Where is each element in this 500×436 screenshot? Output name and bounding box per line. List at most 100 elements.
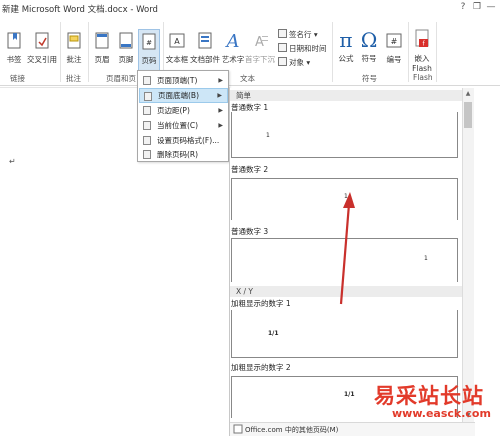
dropcap-button[interactable]: A 首字下沉 — [245, 32, 275, 65]
textbox-button[interactable]: A 文本框 — [165, 32, 189, 65]
gallery-scrollbar[interactable] — [462, 88, 474, 422]
textbox-label: 文本框 — [165, 55, 189, 64]
page-top-icon — [143, 76, 151, 85]
gallery-item-label: 加粗显示的数字 1 — [231, 299, 291, 308]
equation-button[interactable]: π 公式 — [335, 29, 357, 64]
menu-item-format-page-numbers[interactable]: 设置页码格式(F)... — [139, 133, 228, 148]
menu-item-current-position[interactable]: 当前位置(C) ▶ — [139, 118, 228, 133]
group-headerfooter-label: 页眉和页 — [106, 74, 136, 83]
page-number-sample: 1 — [266, 132, 270, 139]
submenu-arrow-icon: ▶ — [218, 107, 223, 114]
more-page-numbers-link[interactable]: Office.com 中的其他页码(M) — [245, 425, 338, 435]
quick-parts-icon — [198, 32, 212, 49]
office-page-icon — [233, 424, 243, 434]
watermark-site-name: 易采站长站 — [374, 384, 484, 408]
wordart-label: 艺术字 — [221, 55, 245, 64]
page-number-sample: 1/1 — [268, 330, 279, 337]
remove-page-numbers-icon — [143, 150, 151, 159]
group-flash-label: Flash — [413, 73, 433, 82]
menu-item-label: 页边距(P) — [157, 106, 190, 115]
number-button[interactable]: # 编号 — [383, 32, 405, 65]
crossref-icon — [35, 32, 49, 49]
equation-label: 公式 — [338, 54, 354, 63]
flash-label-line1: 嵌入 — [414, 54, 430, 63]
signature-icon — [278, 29, 287, 38]
bookmark-button[interactable]: 书签 — [4, 32, 24, 65]
page-margin-icon — [143, 106, 151, 115]
textbox-icon: A — [169, 33, 185, 48]
minimize-button[interactable]: — — [484, 1, 498, 14]
footer-button[interactable]: 页脚 — [116, 32, 136, 65]
svg-text:#: # — [391, 37, 398, 46]
title-bar: 新建 Microsoft Word 文档.docx - Word ? ❐ — — [0, 0, 500, 16]
menu-item-remove-page-numbers[interactable]: 删除页码(R) — [139, 147, 228, 162]
svg-text:A: A — [225, 31, 240, 50]
bookmark-icon — [7, 32, 21, 49]
page-number-icon: # — [142, 33, 156, 50]
gallery-item-label: 加粗显示的数字 2 — [231, 363, 291, 372]
dropdown-arrow-icon: ▾ — [304, 58, 311, 67]
submenu-arrow-icon: ▶ — [218, 77, 223, 84]
help-button[interactable]: ? — [456, 1, 470, 14]
embed-flash-button[interactable]: f 嵌入 Flash — [410, 29, 434, 73]
menu-item-label: 当前位置(C) — [157, 121, 199, 130]
comment-label: 批注 — [66, 55, 82, 64]
restore-button[interactable]: ❐ — [470, 1, 484, 14]
group-links-label: 链接 — [10, 74, 25, 83]
paragraph-mark: ↵ — [9, 157, 16, 166]
comment-button[interactable]: 批注 — [64, 32, 84, 65]
wordart-button[interactable]: A 艺术字 — [221, 30, 245, 65]
gallery-scroll-thumb[interactable] — [464, 102, 472, 128]
quickparts-label: 文档部件 — [190, 55, 220, 64]
page-bottom-icon — [144, 92, 152, 101]
ribbon-insert: 书签 交叉引用 链接 批注 批注 页眉 页脚 # 页码 页眉和页 A 文本框 文… — [0, 16, 500, 86]
comment-icon — [67, 32, 81, 49]
svg-text:#: # — [146, 39, 152, 47]
format-page-numbers-icon — [143, 136, 151, 145]
flash-label-line2: Flash — [412, 64, 432, 73]
menu-item-label: 设置页码格式(F)... — [157, 136, 220, 145]
menu-item-label: 删除页码(R) — [157, 150, 199, 159]
quickparts-button[interactable]: 文档部件 — [190, 32, 220, 65]
datetime-button[interactable]: 日期和时间 — [278, 43, 327, 54]
dropcap-label: 首字下沉 — [245, 55, 275, 64]
annotation-arrow — [339, 192, 355, 305]
dropdown-arrow-icon: ▾ — [311, 30, 318, 39]
gallery-item-label: 普通数字 2 — [231, 165, 269, 174]
pagenum-button[interactable]: # 页码 — [138, 29, 160, 73]
header-icon — [95, 32, 109, 49]
crossref-button[interactable]: 交叉引用 — [25, 32, 59, 65]
menu-item-page-top[interactable]: 页面顶端(T) ▶ — [139, 73, 228, 88]
gallery-item-plain-number-1[interactable]: 1 — [231, 112, 458, 158]
menu-item-label: 页面底端(B) — [158, 91, 199, 100]
number-icon: # — [386, 33, 402, 48]
footer-label: 页脚 — [118, 55, 134, 64]
flash-icon: f — [415, 29, 429, 48]
symbol-button[interactable]: Ω 符号 — [358, 29, 380, 64]
group-separator — [436, 22, 437, 82]
omega-icon: Ω — [360, 28, 378, 52]
submenu-arrow-icon: ▶ — [218, 122, 223, 129]
object-icon — [278, 57, 287, 66]
pagenum-menu: 页面顶端(T) ▶ 页面底端(B) ▶ 页边距(P) ▶ 当前位置(C) ▶ 设… — [137, 70, 229, 162]
page-number-sample: 1 — [424, 255, 428, 262]
menu-item-label: 页面顶端(T) — [157, 76, 198, 85]
datetime-label: 日期和时间 — [289, 44, 327, 53]
menu-item-page-margin[interactable]: 页边距(P) ▶ — [139, 103, 228, 118]
signature-line-button[interactable]: 签名行 ▾ — [278, 29, 318, 40]
calendar-icon — [278, 43, 287, 52]
scroll-up-icon[interactable]: ▲ — [464, 90, 472, 98]
submenu-arrow-icon: ▶ — [217, 92, 222, 99]
pi-icon: π — [339, 28, 353, 52]
window-title: 新建 Microsoft Word 文档.docx - Word — [2, 5, 158, 15]
group-separator — [60, 22, 61, 82]
object-label: 对象 — [289, 58, 304, 67]
gallery-item-bold-number-1[interactable]: 1/1 — [231, 310, 458, 358]
object-button[interactable]: 对象 ▾ — [278, 57, 310, 68]
number-label: 编号 — [386, 55, 402, 64]
group-symbols-label: 符号 — [362, 74, 377, 83]
menu-item-page-bottom[interactable]: 页面底端(B) ▶ — [139, 88, 228, 103]
header-button[interactable]: 页眉 — [92, 32, 112, 65]
header-label: 页眉 — [94, 55, 110, 64]
drop-cap-icon: A — [255, 35, 268, 50]
